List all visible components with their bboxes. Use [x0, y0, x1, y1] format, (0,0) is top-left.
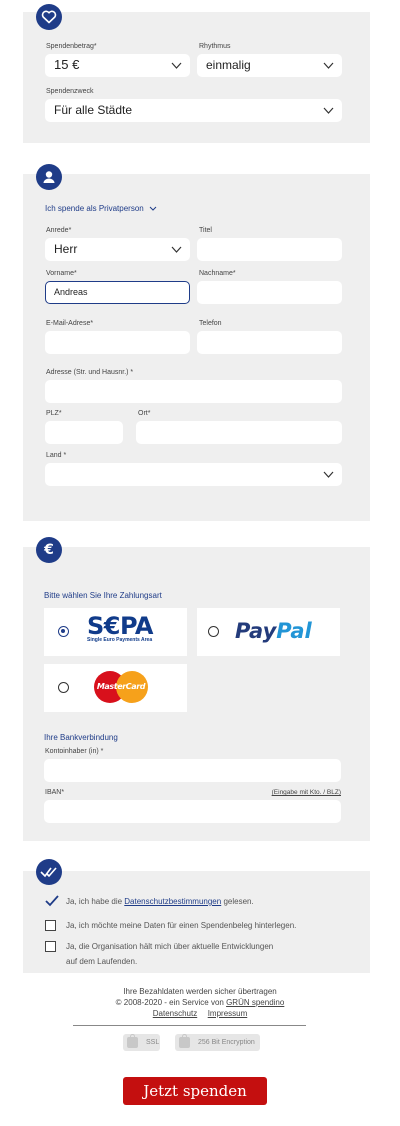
email-label: E-Mail-Adrese*: [46, 320, 94, 327]
payment-heading: Bitte wählen Sie Ihre Zahlungsart: [44, 591, 162, 600]
check-icon: [45, 895, 59, 907]
euro-icon: €: [36, 537, 62, 563]
rhythm-value: einmalig: [206, 58, 251, 72]
footer-links: Datenschutz Impressum: [0, 1009, 400, 1018]
holder-input[interactable]: [44, 759, 341, 782]
chevron-down-icon: [171, 62, 182, 69]
personal-panel: Ich spende als Privatperson Anrede* Herr…: [23, 174, 370, 521]
iban-input[interactable]: [44, 800, 341, 823]
receipt-checkbox[interactable]: [45, 920, 56, 931]
lock-icon: [179, 1034, 190, 1048]
donor-type-label: Ich spende als Privatperson: [45, 204, 144, 213]
salutation-select[interactable]: Herr: [45, 238, 190, 261]
privacy-prefix: Ja, ich habe die: [66, 897, 125, 906]
purpose-value: Für alle Städte: [54, 103, 133, 117]
paypal-radio[interactable]: [208, 626, 219, 637]
purpose-select[interactable]: Für alle Städte: [45, 99, 342, 122]
address-input[interactable]: [45, 380, 342, 403]
firstname-label: Vorname*: [46, 270, 77, 277]
address-label: Adresse (Str. und Hausnr.) *: [46, 369, 134, 376]
privacy-link[interactable]: Datenschutzbestimmungen: [124, 897, 221, 906]
rhythm-label: Rhythmus: [199, 43, 231, 50]
encryption-label: 256 Bit Encryption: [198, 1039, 255, 1046]
secure-note: Ihre Bezahldaten werden sicher übertrage…: [123, 987, 277, 996]
payment-option-sepa[interactable]: S€PA Single Euro Payments Area: [44, 608, 187, 656]
lock-icon: [127, 1034, 138, 1048]
title-input[interactable]: [197, 238, 342, 261]
ssl-label: SSL: [146, 1039, 160, 1046]
payment-option-mastercard[interactable]: MasterCard: [44, 664, 187, 712]
chevron-down-icon: [149, 206, 157, 211]
updates-checkbox[interactable]: [45, 941, 56, 952]
title-label: Titel: [199, 227, 212, 234]
privacy-suffix: gelesen.: [221, 897, 254, 906]
phone-label: Telefon: [199, 320, 222, 327]
heart-icon: [36, 4, 62, 30]
salutation-value: Herr: [54, 242, 78, 256]
zip-label: PLZ*: [46, 410, 62, 417]
lastname-label: Nachname*: [199, 270, 236, 277]
chevron-down-icon: [171, 246, 182, 253]
mastercard-radio[interactable]: [58, 682, 69, 693]
amount-value: 15 €: [54, 57, 80, 72]
imprint-link[interactable]: Impressum: [208, 1009, 248, 1018]
rhythm-select[interactable]: einmalig: [197, 54, 342, 77]
phone-input[interactable]: [197, 331, 342, 354]
salutation-label: Anrede*: [46, 227, 72, 234]
purpose-label: Spendenzweck: [46, 88, 94, 95]
footer-divider: [73, 1025, 306, 1026]
encryption-badge: 256 Bit Encryption: [175, 1034, 260, 1051]
city-input[interactable]: [136, 421, 342, 444]
receipt-text: Ja, ich möchte meine Daten für einen Spe…: [66, 921, 297, 930]
chevron-down-icon: [323, 107, 334, 114]
holder-label: Kontoinhaber (in) *: [45, 748, 104, 755]
mastercard-logo: MasterCard: [94, 669, 148, 705]
iban-label: IBAN*: [45, 789, 65, 796]
double-check-icon: [36, 859, 62, 885]
privacy-footer-link[interactable]: Datenschutz: [153, 1009, 197, 1018]
sepa-logo: S€PA Single Euro Payments Area: [87, 612, 153, 643]
bank-heading: Ihre Bankverbindung: [44, 733, 118, 742]
chevron-down-icon: [323, 471, 334, 478]
country-select[interactable]: [45, 463, 342, 486]
provider-link[interactable]: GRÜN spendino: [226, 998, 284, 1007]
paypal-logo: PayPal: [235, 619, 312, 643]
email-input[interactable]: [45, 331, 190, 354]
amount-label: Spendenbetrag*: [46, 43, 97, 50]
amount-select[interactable]: 15 €: [45, 54, 190, 77]
donor-type-toggle[interactable]: Ich spende als Privatperson: [45, 204, 157, 213]
chevron-down-icon: [323, 62, 334, 69]
ssl-badge: SSL: [123, 1034, 160, 1051]
updates-text-line1: Ja, die Organisation hält mich über aktu…: [66, 942, 274, 951]
lastname-input[interactable]: [197, 281, 342, 304]
user-icon: [36, 164, 62, 190]
firstname-input[interactable]: Andreas: [45, 281, 190, 304]
city-label: Ort*: [138, 410, 151, 417]
donate-button[interactable]: Jetzt spenden: [123, 1077, 267, 1105]
copyright: © 2008-2020 - ein Service von GRÜN spend…: [0, 998, 400, 1007]
payment-option-paypal[interactable]: PayPal: [197, 608, 340, 656]
updates-text-line2: auf dem Laufenden.: [66, 957, 138, 966]
sepa-radio[interactable]: [58, 626, 69, 637]
donation-panel: Spendenbetrag* 15 € Rhythmus einmalig Sp…: [23, 12, 370, 143]
country-label: Land *: [46, 452, 67, 459]
iban-alt-link[interactable]: (Eingabe mit Kto. / BLZ): [272, 789, 341, 796]
copyright-prefix: © 2008-2020 - ein Service von: [115, 998, 227, 1007]
payment-panel: Bitte wählen Sie Ihre Zahlungsart S€PA S…: [23, 547, 370, 841]
firstname-value: Andreas: [54, 287, 88, 297]
zip-input[interactable]: [45, 421, 123, 444]
